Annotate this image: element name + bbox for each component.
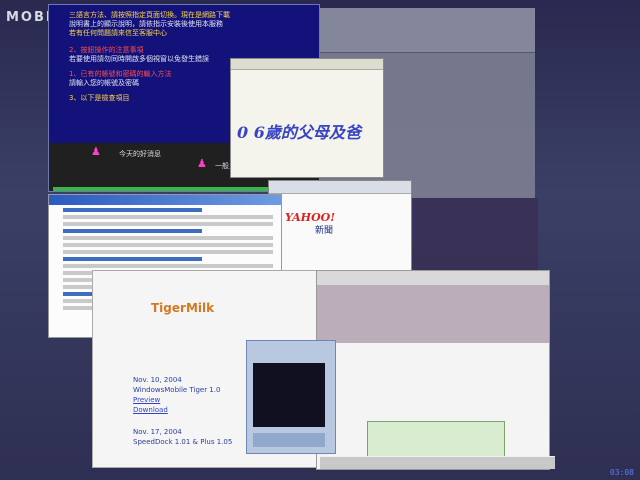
- tigermilk-logo: TigerMilk: [151, 301, 215, 315]
- toolbar[interactable]: [269, 181, 411, 194]
- yahoo-window[interactable]: YAHOO! 新聞: [268, 180, 412, 276]
- text-line: 若有任何問題請來信至客服中心: [69, 29, 167, 37]
- post-title: SpeedDock 1.01 & Plus 1.05: [133, 438, 233, 446]
- video-screen: [253, 363, 325, 427]
- news-window[interactable]: [316, 270, 550, 470]
- calligraphy-text: 0 6歲的父母及爸: [237, 123, 361, 142]
- overlay: [317, 285, 549, 343]
- text-line: 說明書上的顯示說明，請依指示安裝後使用本服務: [69, 20, 223, 28]
- browser-window[interactable]: 0 6歲的父母及爸: [230, 58, 384, 178]
- date-text: Nov. 10, 2004: [133, 376, 182, 384]
- text-line: 2、按鈕操作的注意事項: [69, 46, 144, 54]
- taskbar[interactable]: [320, 456, 555, 469]
- download-link[interactable]: Download: [133, 405, 232, 415]
- player-controls[interactable]: [253, 433, 325, 447]
- toolbar[interactable]: [317, 271, 549, 285]
- news-heading[interactable]: 新聞: [315, 223, 333, 236]
- media-player[interactable]: [246, 340, 336, 454]
- person-icon: ♟: [197, 157, 207, 170]
- banner-text: 今天的好消息: [119, 150, 161, 158]
- preview-link[interactable]: Preview: [133, 395, 232, 405]
- clock: 03:08: [609, 468, 634, 477]
- post-title: WindowsMobile Tiger 1.0: [133, 386, 221, 394]
- titlebar: [49, 195, 281, 205]
- toolbar[interactable]: [231, 59, 383, 70]
- text-line: 三語言方法、請按照指定頁面切換。現在是網路下載: [69, 11, 230, 19]
- date-text: Nov. 17, 2004: [133, 428, 182, 436]
- person-icon: ♟: [91, 145, 101, 158]
